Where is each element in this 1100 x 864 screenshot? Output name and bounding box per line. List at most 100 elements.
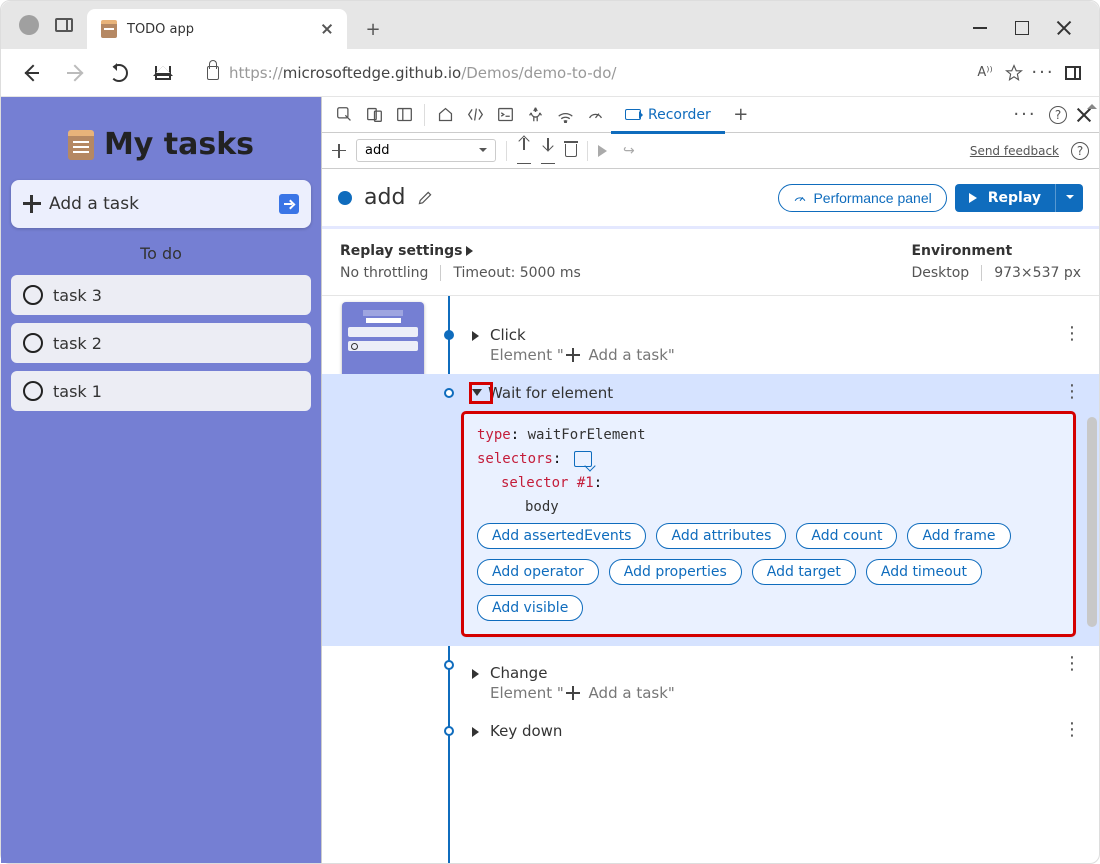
addressbar-right: A⁾⁾ ···: [975, 63, 1089, 83]
devtools-tabstrip: Recorder + ··· ?: [322, 97, 1099, 133]
replay-dropdown-button[interactable]: [1055, 184, 1083, 212]
task-label: task 3: [53, 286, 102, 305]
expand-icon[interactable]: [472, 727, 484, 737]
sidebar-toggle-icon[interactable]: [1063, 63, 1083, 83]
dock-side-icon[interactable]: [390, 101, 418, 129]
sources-tab-icon[interactable]: [521, 101, 549, 129]
welcome-tab-icon[interactable]: [431, 101, 459, 129]
url-field[interactable]: https://microsoftedge.github.io/Demos/de…: [193, 55, 965, 91]
plus-icon: [566, 686, 582, 702]
scrollbar-thumb[interactable]: [1087, 417, 1097, 627]
selector-picker-icon[interactable]: [574, 451, 592, 467]
step-menu-button[interactable]: ⋮: [1063, 388, 1081, 396]
devtools-close-button[interactable]: [1077, 108, 1091, 122]
window-minimize-button[interactable]: [973, 21, 987, 35]
edit-name-button[interactable]: [417, 190, 433, 206]
task-item[interactable]: task 2: [11, 323, 311, 363]
workspace-icon[interactable]: [55, 18, 73, 32]
export-button[interactable]: [517, 137, 531, 151]
plus-icon: [23, 195, 41, 213]
play-icon: [969, 193, 982, 203]
clipboard-icon: [68, 130, 94, 160]
step-menu-button[interactable]: ⋮: [1063, 660, 1081, 668]
console-tab-icon[interactable]: [491, 101, 519, 129]
recording-settings: Replay settings No throttling Timeout: 5…: [322, 229, 1099, 296]
browser-menu-button[interactable]: ···: [1033, 63, 1053, 83]
add-task-placeholder: Add a task: [49, 194, 139, 214]
performance-panel-button[interactable]: Performance panel: [778, 184, 946, 212]
scrollbar-up-icon[interactable]: [1087, 99, 1097, 109]
recording-selector[interactable]: add: [356, 139, 496, 162]
pill-add-operator[interactable]: Add operator: [477, 559, 599, 585]
add-task-input[interactable]: Add a task: [11, 180, 311, 228]
send-feedback-link[interactable]: Send feedback: [970, 144, 1059, 158]
task-checkbox[interactable]: [23, 381, 43, 401]
lock-icon[interactable]: [207, 66, 219, 80]
browser-tab[interactable]: TODO app: [87, 9, 347, 49]
window-maximize-button[interactable]: [1015, 21, 1029, 35]
annotation-highlight: [469, 382, 493, 404]
task-checkbox[interactable]: [23, 333, 43, 353]
devtools-help-button[interactable]: ?: [1049, 106, 1067, 124]
pill-add-assertedevents[interactable]: Add assertedEvents: [477, 523, 646, 549]
replay-button[interactable]: Replay: [955, 184, 1083, 212]
timeline-node-icon: [444, 660, 454, 670]
inspect-element-icon[interactable]: [330, 101, 358, 129]
expand-icon[interactable]: [472, 331, 484, 341]
recorder-icon: [625, 109, 641, 120]
recorder-tab[interactable]: Recorder: [611, 98, 725, 134]
favorite-icon[interactable]: [1005, 64, 1023, 82]
recorder-help-button[interactable]: ?: [1071, 142, 1089, 160]
pill-add-attributes[interactable]: Add attributes: [656, 523, 786, 549]
add-task-submit-button[interactable]: [279, 194, 299, 214]
recording-status-icon: [338, 191, 352, 205]
step-menu-button[interactable]: ⋮: [1063, 726, 1081, 734]
device-emulation-icon[interactable]: [360, 101, 388, 129]
delete-recording-button[interactable]: [565, 144, 577, 157]
more-tabs-button[interactable]: +: [727, 101, 755, 129]
timeline-node-icon: [444, 388, 454, 398]
recording-steps: ⋮ Click Element " Add a task" ⋮: [322, 296, 1099, 863]
pill-add-target[interactable]: Add target: [752, 559, 856, 585]
devtools-menu-button[interactable]: ···: [1011, 101, 1039, 129]
pill-add-visible[interactable]: Add visible: [477, 595, 583, 621]
step-click[interactable]: ⋮ Click Element " Add a task": [322, 296, 1099, 374]
continue-replay-button: [598, 145, 613, 157]
throttling-value: No throttling: [340, 265, 441, 281]
new-recording-button[interactable]: [332, 144, 346, 158]
recorder-toolbar: add ↪ Send feedback ?: [322, 133, 1099, 169]
elements-tab-icon[interactable]: [461, 101, 489, 129]
replay-settings-heading[interactable]: Replay settings: [340, 243, 462, 259]
new-tab-button[interactable]: +: [357, 13, 389, 45]
timeline-node-icon: [444, 726, 454, 736]
section-label: To do: [11, 236, 311, 267]
window-controls: [973, 21, 1091, 49]
step-keydown[interactable]: ⋮ Key down: [322, 712, 1099, 750]
network-tab-icon[interactable]: [551, 101, 579, 129]
task-checkbox[interactable]: [23, 285, 43, 305]
import-button[interactable]: [541, 137, 555, 151]
page-body: My tasks Add a task To do task 3 task 2 …: [1, 97, 1099, 863]
profile-icon[interactable]: [19, 15, 39, 35]
task-item[interactable]: task 1: [11, 371, 311, 411]
step-element-label: Element " Add a task": [490, 346, 675, 364]
tab-close-button[interactable]: [321, 23, 333, 35]
step-wait-for-element[interactable]: ⋮ Wait for element type: waitForElement …: [322, 374, 1099, 646]
nav-home-button[interactable]: [143, 53, 183, 93]
task-item[interactable]: task 3: [11, 275, 311, 315]
expand-icon[interactable]: [472, 669, 484, 679]
devtools-panel: Recorder + ··· ? add ↪ Send feedback ?: [321, 97, 1099, 863]
step-change[interactable]: ⋮ Change Element " Add a task": [322, 646, 1099, 712]
titlebar-left: [9, 1, 73, 49]
read-aloud-icon[interactable]: A⁾⁾: [975, 63, 995, 83]
pill-add-timeout[interactable]: Add timeout: [866, 559, 982, 585]
step-menu-button[interactable]: ⋮: [1063, 330, 1081, 338]
pill-add-frame[interactable]: Add frame: [907, 523, 1010, 549]
performance-tab-icon[interactable]: [581, 101, 609, 129]
nav-back-button[interactable]: [11, 53, 51, 93]
environment-heading: Environment: [911, 243, 1012, 259]
nav-refresh-button[interactable]: [99, 53, 139, 93]
window-close-button[interactable]: [1057, 21, 1071, 35]
pill-add-count[interactable]: Add count: [796, 523, 897, 549]
pill-add-properties[interactable]: Add properties: [609, 559, 742, 585]
